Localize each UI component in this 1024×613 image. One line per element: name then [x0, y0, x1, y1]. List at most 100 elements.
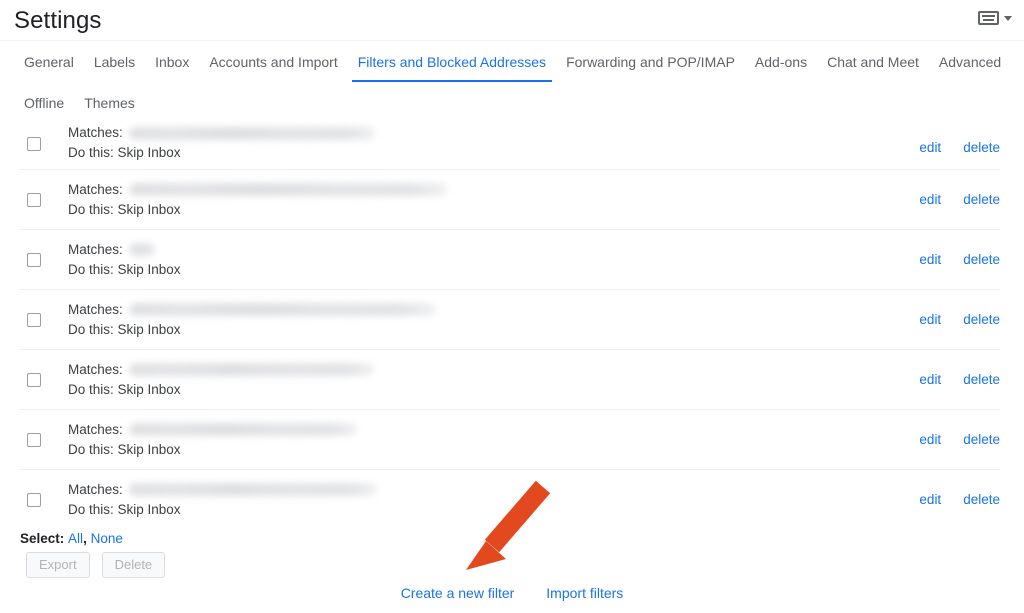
filter-match-line: Matches: [68, 240, 1000, 260]
redacted-match-criteria [128, 183, 447, 196]
export-button[interactable]: Export [26, 552, 90, 578]
filter-row: Matches: Do this: Skip Inbox edit delete [20, 470, 1000, 522]
filter-row: Matches: Do this: Skip Inbox edit delete [20, 118, 1000, 170]
filter-match-line: Matches: [68, 123, 1000, 143]
select-label: Select: [20, 531, 65, 546]
filter-row-actions: edit delete [919, 311, 1000, 329]
redacted-match-criteria [128, 423, 357, 436]
select-separator: , [83, 531, 87, 546]
filter-row-checkbox[interactable] [27, 492, 41, 507]
filter-row-checkbox[interactable] [27, 192, 41, 207]
delete-filter-link[interactable]: delete [963, 311, 1000, 329]
filter-row: Matches: Do this: Skip Inbox edit delete [20, 170, 1000, 230]
filter-row-body: Matches: Do this: Skip Inbox [68, 350, 1000, 409]
filter-row-body: Matches: Do this: Skip Inbox [68, 230, 1000, 289]
redacted-match-criteria [128, 303, 435, 316]
filters-list: Matches: Do this: Skip Inbox edit delete Mat… [0, 118, 1024, 522]
filter-row-body: Matches: Do this: Skip Inbox [68, 118, 1000, 169]
delete-filter-link[interactable]: delete [963, 491, 1000, 509]
select-bar: Select: All, None [20, 530, 123, 548]
filter-row-actions: edit delete [919, 191, 1000, 209]
settings-page: Settings General Labels Inbox Accounts and … [0, 0, 1024, 613]
delete-filter-link[interactable]: delete [963, 251, 1000, 269]
filter-action-line: Do this: Skip Inbox [68, 381, 181, 397]
filter-row-checkbox[interactable] [27, 312, 41, 327]
delete-filter-link[interactable]: delete [963, 431, 1000, 449]
tab-labels[interactable]: Labels [84, 41, 145, 82]
filter-row-actions: edit delete [919, 371, 1000, 389]
filter-action-line: Do this: Skip Inbox [68, 261, 181, 277]
tab-filters-and-blocked-addresses[interactable]: Filters and Blocked Addresses [348, 41, 556, 82]
delete-filter-link[interactable]: delete [963, 371, 1000, 389]
filter-match-line: Matches: [68, 480, 1000, 500]
edit-filter-link[interactable]: edit [919, 491, 941, 509]
filter-row-actions: edit delete [919, 251, 1000, 269]
filter-action-line: Do this: Skip Inbox [68, 321, 181, 337]
tab-add-ons[interactable]: Add-ons [745, 41, 817, 82]
tab-forwarding-and-pop-imap[interactable]: Forwarding and POP/IMAP [556, 41, 745, 82]
filter-match-line: Matches: [68, 360, 1000, 380]
matches-label: Matches: [68, 361, 123, 377]
matches-label: Matches: [68, 421, 123, 437]
filter-action-line: Do this: Skip Inbox [68, 145, 181, 160]
matches-label: Matches: [68, 181, 123, 197]
filter-row-body: Matches: Do this: Skip Inbox [68, 170, 1000, 229]
filter-row-body: Matches: Do this: Skip Inbox [68, 410, 1000, 469]
filter-match-line: Matches: [68, 300, 1000, 320]
tab-inbox[interactable]: Inbox [145, 41, 199, 82]
tab-row: General Labels Inbox Accounts and Import Fil… [0, 41, 1024, 123]
edit-filter-link[interactable]: edit [919, 251, 941, 269]
filter-row-actions: edit delete [919, 491, 1000, 509]
filter-row: Matches: Do this: Skip Inbox edit delete [20, 410, 1000, 470]
input-tools-control[interactable] [978, 11, 1012, 25]
matches-label: Matches: [68, 125, 123, 140]
chevron-down-icon[interactable] [1004, 15, 1012, 21]
edit-filter-link[interactable]: edit [919, 191, 941, 209]
page-header: Settings [0, 0, 1024, 41]
select-none-link[interactable]: None [91, 531, 123, 546]
tab-offline[interactable]: Offline [14, 82, 74, 123]
filter-row: Matches: Do this: Skip Inbox edit delete [20, 230, 1000, 290]
matches-label: Matches: [68, 481, 123, 497]
tab-general[interactable]: General [14, 41, 84, 82]
filter-row-body: Matches: Do this: Skip Inbox [68, 470, 1000, 522]
filter-match-line: Matches: [68, 420, 1000, 440]
tab-accounts-and-import[interactable]: Accounts and Import [199, 41, 347, 82]
filter-action-line: Do this: Skip Inbox [68, 501, 181, 517]
filter-row: Matches: Do this: Skip Inbox edit delete [20, 350, 1000, 410]
tab-themes[interactable]: Themes [74, 82, 145, 123]
delete-filter-link[interactable]: delete [963, 191, 1000, 209]
tab-advanced[interactable]: Advanced [929, 41, 1011, 82]
filter-row-checkbox[interactable] [27, 432, 41, 447]
filter-row-checkbox[interactable] [27, 136, 41, 151]
delete-filter-link[interactable]: delete [963, 139, 1000, 157]
matches-label: Matches: [68, 241, 123, 257]
filter-match-line: Matches: [68, 180, 1000, 200]
select-all-link[interactable]: All [68, 531, 83, 546]
filter-action-line: Do this: Skip Inbox [68, 201, 181, 217]
filter-row: Matches: Do this: Skip Inbox edit delete [20, 290, 1000, 350]
edit-filter-link[interactable]: edit [919, 371, 941, 389]
keyboard-icon[interactable] [978, 11, 999, 25]
redacted-match-criteria [128, 126, 375, 140]
bulk-action-buttons: Export Delete [26, 552, 166, 578]
edit-filter-link[interactable]: edit [919, 431, 941, 449]
filter-row-actions: edit delete [919, 139, 1000, 157]
filter-row-actions: edit delete [919, 431, 1000, 449]
delete-button[interactable]: Delete [101, 552, 166, 578]
tab-chat-and-meet[interactable]: Chat and Meet [817, 41, 929, 82]
redacted-match-criteria [128, 483, 377, 496]
footer-links: Create a new filter Import filters [0, 584, 1024, 602]
filter-row-body: Matches: Do this: Skip Inbox [68, 290, 1000, 349]
create-a-new-filter-link[interactable]: Create a new filter [401, 584, 515, 602]
edit-filter-link[interactable]: edit [919, 139, 941, 157]
filter-row-checkbox[interactable] [27, 372, 41, 387]
filter-action-line: Do this: Skip Inbox [68, 441, 181, 457]
edit-filter-link[interactable]: edit [919, 311, 941, 329]
page-title: Settings [14, 7, 102, 34]
filter-row-checkbox[interactable] [27, 252, 41, 267]
matches-label: Matches: [68, 301, 123, 317]
import-filters-link[interactable]: Import filters [546, 584, 623, 602]
settings-tab-bar: General Labels Inbox Accounts and Import Fil… [0, 41, 1024, 123]
redacted-match-criteria [128, 243, 155, 256]
